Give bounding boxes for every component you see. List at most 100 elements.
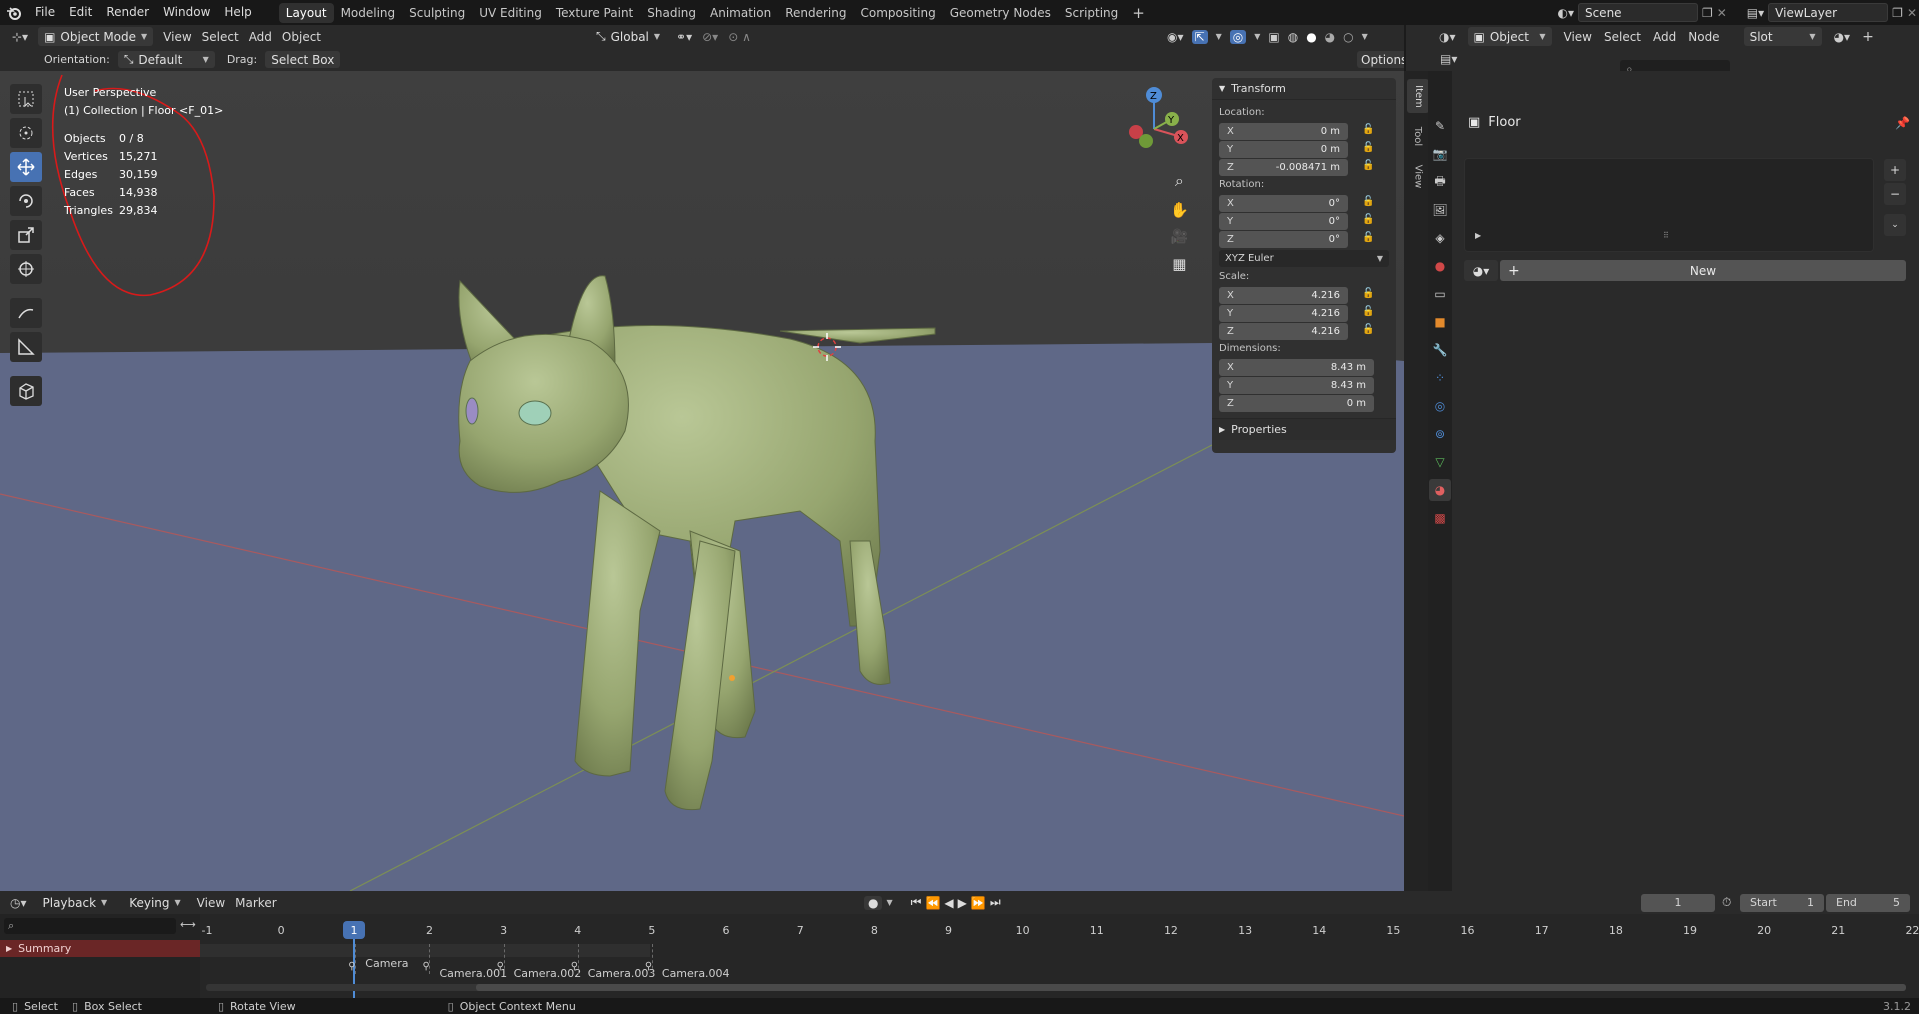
xray-icon[interactable]: ▣ — [1268, 30, 1279, 44]
node-menu-add[interactable]: Add — [1653, 30, 1676, 44]
proportional-edit-icon[interactable]: ⊙ ∧ — [728, 30, 751, 44]
tab-compositing[interactable]: Compositing — [853, 3, 942, 23]
tab-uv-editing[interactable]: UV Editing — [472, 3, 549, 23]
view-layer-icon[interactable]: ▤▾ — [1747, 6, 1764, 20]
tab-scripting[interactable]: Scripting — [1058, 3, 1125, 23]
tab-geometry-nodes[interactable]: Geometry Nodes — [943, 3, 1058, 23]
navigation-gizmo[interactable]: Z Y X — [1110, 81, 1190, 161]
play-icon[interactable]: ▶ — [958, 896, 967, 910]
annotate-tool-icon[interactable] — [10, 298, 42, 328]
jump-start-icon[interactable]: ⏮ — [911, 895, 922, 910]
add-slot-button[interactable]: + — [1884, 159, 1906, 181]
zoom-icon[interactable]: ⌕ — [1175, 171, 1184, 191]
marker-label[interactable]: Camera — [365, 957, 408, 970]
menu-edit[interactable]: Edit — [62, 0, 99, 25]
summary-channel[interactable]: ▶ Summary — [0, 940, 200, 957]
viewport-menu-select[interactable]: Select — [202, 30, 239, 44]
editor-type-icon[interactable]: ◑▾ — [1439, 30, 1456, 44]
lock-icon[interactable]: 🔓 — [1362, 306, 1376, 320]
new-material-button[interactable]: + New — [1500, 260, 1906, 281]
keying-dropdown[interactable]: Keying ▼ — [123, 893, 186, 912]
location-x-field[interactable]: X0 m — [1219, 122, 1348, 140]
tab-item[interactable]: Item — [1407, 79, 1429, 113]
tab-tool[interactable]: Tool — [1407, 119, 1429, 153]
data-properties-icon[interactable]: ▽ — [1429, 451, 1451, 473]
scale-tool-icon[interactable] — [10, 220, 42, 250]
constraints-properties-icon[interactable]: ⊚ — [1429, 423, 1451, 445]
viewport-menu-object[interactable]: Object — [282, 30, 321, 44]
cursor-tool-icon[interactable] — [10, 118, 42, 148]
current-frame-field[interactable]: 1 — [1641, 893, 1715, 912]
rotation-z-field[interactable]: Z 0° — [1219, 230, 1348, 248]
scale-x-field[interactable]: X 4.216 — [1219, 286, 1348, 304]
scene-field[interactable]: Scene — [1577, 3, 1698, 22]
location-z-field[interactable]: Z -0.008471 m — [1219, 158, 1348, 176]
channel-search-input[interactable]: ⌕ — [4, 918, 176, 934]
material-properties-icon[interactable]: ◕ — [1429, 479, 1451, 501]
move-tool-icon[interactable] — [10, 152, 42, 182]
tab-layout[interactable]: Layout — [278, 2, 334, 23]
camera-view-icon[interactable]: 🎥 — [1171, 229, 1188, 245]
jump-end-icon[interactable]: ⏭ — [990, 895, 1001, 910]
menu-help[interactable]: Help — [217, 0, 258, 25]
texture-properties-icon[interactable]: ▩ — [1429, 507, 1451, 529]
select-box-tool-icon[interactable] — [10, 84, 42, 114]
location-y-field[interactable]: Y0 m — [1219, 140, 1348, 158]
marker-label[interactable]: Camera.004 — [662, 967, 730, 980]
transform-header[interactable]: ▼ Transform — [1212, 78, 1396, 100]
end-frame-field[interactable]: End 5 — [1826, 893, 1910, 912]
visibility-icon[interactable]: ◉▾ — [1167, 30, 1184, 44]
shader-type-dropdown[interactable]: ▣ Object ▼ — [1467, 27, 1552, 46]
timeline-menu-marker[interactable]: Marker — [235, 896, 276, 910]
dimensions-x-field[interactable]: X 8.43 m — [1219, 358, 1374, 376]
add-workspace-icon[interactable]: + — [1125, 3, 1152, 23]
material-browse-icon[interactable]: ◕▾ — [1834, 30, 1851, 44]
browse-material-button[interactable]: ◕▾ — [1464, 260, 1498, 281]
jump-keyframe-forward-icon[interactable]: ⏩ — [971, 896, 986, 910]
expand-triangle-icon[interactable]: ▶ — [1475, 231, 1481, 240]
lock-icon[interactable]: 🔓 — [1362, 160, 1376, 174]
snap-icon[interactable]: ⊘▾ — [702, 30, 718, 44]
resize-handle-icon[interactable]: ⠿ — [1663, 231, 1669, 240]
camera-marker-icon[interactable]: ⚲ — [422, 961, 429, 972]
delete-view-layer-icon[interactable]: ✕ — [1907, 6, 1917, 20]
preview-range-icon[interactable]: ⏱ — [1722, 895, 1731, 910]
tab-animation[interactable]: Animation — [703, 3, 778, 23]
pin-icon[interactable]: 📌 — [1895, 116, 1910, 130]
playhead-frame-indicator[interactable]: 1 — [343, 921, 365, 939]
modifier-properties-icon[interactable]: 🔧 — [1429, 339, 1451, 361]
scale-z-field[interactable]: Z 4.216 — [1219, 322, 1348, 340]
menu-file[interactable]: File — [28, 0, 62, 25]
rotation-y-field[interactable]: Y 0° — [1219, 212, 1348, 230]
lock-icon[interactable]: 🔓 — [1362, 196, 1376, 210]
copy-view-layer-icon[interactable]: ❐ — [1892, 6, 1903, 20]
node-menu-select[interactable]: Select — [1604, 30, 1641, 44]
node-menu-node[interactable]: Node — [1688, 30, 1719, 44]
new-material-icon[interactable]: + — [1862, 29, 1874, 45]
remove-slot-button[interactable]: − — [1884, 183, 1906, 205]
world-properties-icon[interactable]: ● — [1429, 255, 1451, 277]
shading-material-icon[interactable]: ◕ — [1325, 30, 1335, 44]
tab-sculpting[interactable]: Sculpting — [402, 3, 472, 23]
lock-icon[interactable]: 🔓 — [1362, 214, 1376, 228]
menu-render[interactable]: Render — [99, 0, 156, 25]
scale-y-field[interactable]: Y 4.216 — [1219, 304, 1348, 322]
overlay-toggle-icon[interactable]: ◎ — [1229, 29, 1247, 44]
tab-modeling[interactable]: Modeling — [334, 3, 403, 23]
properties-header[interactable]: ▶ Properties — [1212, 418, 1396, 440]
shading-solid-icon[interactable]: ● — [1306, 30, 1316, 44]
timeline-scrollbar[interactable] — [206, 984, 1906, 991]
node-menu-view[interactable]: View — [1564, 30, 1592, 44]
scene-icon[interactable]: ◐▾ — [1557, 6, 1574, 20]
camera-marker-icon[interactable]: ⚲ — [497, 961, 504, 972]
lock-icon[interactable]: 🔓 — [1362, 124, 1376, 138]
gizmo-neg-y[interactable] — [1139, 134, 1153, 148]
rotate-tool-icon[interactable] — [10, 186, 42, 216]
lock-icon[interactable]: 🔓 — [1362, 232, 1376, 246]
perspective-grid-icon[interactable]: ▦ — [1172, 255, 1186, 273]
material-slot-list[interactable]: ▶ ⠿ — [1464, 158, 1874, 252]
pan-hand-icon[interactable]: ✋ — [1170, 201, 1189, 219]
tab-view[interactable]: View — [1407, 159, 1429, 193]
timeline-scrollbar-thumb[interactable] — [476, 984, 1906, 991]
mode-dropdown[interactable]: ▣ Object Mode ▼ — [38, 27, 154, 46]
